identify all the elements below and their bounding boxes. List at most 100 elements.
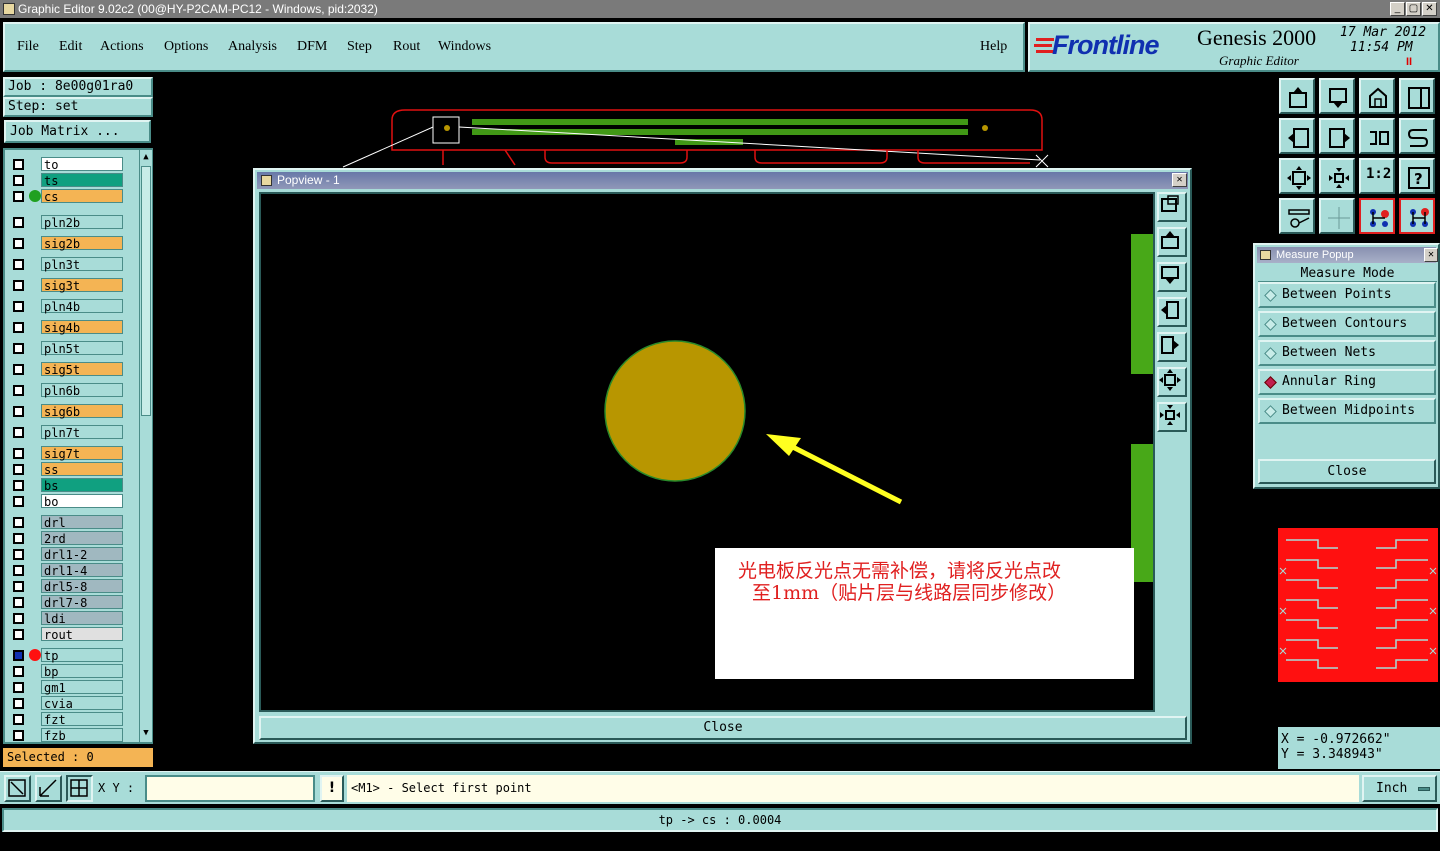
menu-edit[interactable]: Edit bbox=[59, 39, 82, 55]
layer-row-fzt[interactable]: fzt bbox=[9, 712, 127, 727]
tool-net-button[interactable] bbox=[1359, 198, 1395, 234]
layer-row-tp[interactable]: tp bbox=[9, 648, 127, 663]
layer-name[interactable]: drl7-8 bbox=[41, 595, 123, 610]
pause-indicator[interactable]: II bbox=[1406, 56, 1412, 68]
menu-options[interactable]: Options bbox=[164, 39, 208, 55]
layer-checkbox[interactable] bbox=[13, 448, 24, 459]
menu-actions[interactable]: Actions bbox=[100, 39, 144, 55]
layer-name[interactable]: drl5-8 bbox=[41, 579, 123, 594]
select-tool-button[interactable] bbox=[4, 775, 31, 802]
tool-flip-button[interactable] bbox=[1399, 118, 1435, 154]
layer-name[interactable]: pln4b bbox=[41, 299, 123, 314]
alert-icon[interactable]: ! bbox=[320, 775, 344, 802]
layer-row-sig2b[interactable]: sig2b bbox=[9, 236, 127, 251]
layer-row-fzb[interactable]: fzb bbox=[9, 728, 127, 743]
layer-row-cs[interactable]: cs bbox=[9, 189, 127, 204]
layer-checkbox[interactable] bbox=[13, 565, 24, 576]
layer-row-pln2b[interactable]: pln2b bbox=[9, 215, 127, 230]
popview-zoom-out-button[interactable] bbox=[1157, 402, 1187, 432]
layer-checkbox[interactable] bbox=[13, 385, 24, 396]
layer-row-pln5t[interactable]: pln5t bbox=[9, 341, 127, 356]
layer-name[interactable]: bp bbox=[41, 664, 123, 679]
menu-rout[interactable]: Rout bbox=[393, 39, 420, 55]
layer-checkbox[interactable] bbox=[13, 597, 24, 608]
layer-row-gm1[interactable]: gm1 bbox=[9, 680, 127, 695]
layer-name[interactable]: cs bbox=[41, 189, 123, 204]
layer-name[interactable]: pln3t bbox=[41, 257, 123, 272]
layer-name[interactable]: tp bbox=[41, 648, 123, 663]
layer-row-ldi[interactable]: ldi bbox=[9, 611, 127, 626]
layer-name[interactable]: bo bbox=[41, 494, 123, 509]
layer-checkbox[interactable] bbox=[13, 191, 24, 202]
layer-checkbox[interactable] bbox=[13, 581, 24, 592]
menu-windows[interactable]: Windows bbox=[438, 39, 491, 55]
tool-scale-button[interactable]: 1:2 bbox=[1359, 158, 1395, 194]
layer-name[interactable]: drl1-2 bbox=[41, 547, 123, 562]
layer-row-drl1-4[interactable]: drl1-4 bbox=[9, 563, 127, 578]
layer-row-bs[interactable]: bs bbox=[9, 478, 127, 493]
popview-close-button[interactable]: Close bbox=[259, 716, 1187, 740]
tool-redraw-button[interactable] bbox=[1359, 118, 1395, 154]
layer-row-ss[interactable]: ss bbox=[9, 462, 127, 477]
measure-option-annular-ring[interactable]: Annular Ring bbox=[1258, 369, 1436, 395]
grid-snap-button[interactable] bbox=[66, 775, 93, 802]
layer-checkbox[interactable] bbox=[13, 238, 24, 249]
layer-checkbox[interactable] bbox=[13, 427, 24, 438]
layer-row-sig5t[interactable]: sig5t bbox=[9, 362, 127, 377]
popview-canvas[interactable]: 光电板反光点无需补偿，请将反光点改 至1mm（贴片层与线路层同步修改） bbox=[259, 192, 1155, 712]
layer-name[interactable]: drl bbox=[41, 515, 123, 530]
measure-option-between-midpoints[interactable]: Between Midpoints bbox=[1258, 398, 1436, 424]
layer-checkbox[interactable] bbox=[13, 613, 24, 624]
fiducial-pad[interactable] bbox=[604, 340, 746, 482]
layer-row-bp[interactable]: bp bbox=[9, 664, 127, 679]
layer-row-sig7t[interactable]: sig7t bbox=[9, 446, 127, 461]
menu-file[interactable]: File bbox=[17, 39, 39, 55]
layer-checkbox[interactable] bbox=[13, 301, 24, 312]
layer-checkbox[interactable] bbox=[13, 343, 24, 354]
layer-checkbox[interactable] bbox=[13, 480, 24, 491]
layer-row-drl7-8[interactable]: drl7-8 bbox=[9, 595, 127, 610]
layer-checkbox[interactable] bbox=[13, 217, 24, 228]
scroll-up-icon[interactable]: ▲ bbox=[141, 152, 151, 164]
popview-zoom-home-button[interactable] bbox=[1157, 192, 1187, 222]
layer-checkbox[interactable] bbox=[13, 406, 24, 417]
measure-close-button[interactable]: Close bbox=[1258, 459, 1436, 484]
layer-row-rout[interactable]: rout bbox=[9, 627, 127, 642]
layer-row-drl[interactable]: drl bbox=[9, 515, 127, 530]
layer-row-sig4b[interactable]: sig4b bbox=[9, 320, 127, 335]
layer-checkbox[interactable] bbox=[13, 175, 24, 186]
menu-step[interactable]: Step bbox=[347, 39, 372, 55]
layer-checkbox[interactable] bbox=[13, 698, 24, 709]
layer-name[interactable]: sig5t bbox=[41, 362, 123, 377]
layer-checkbox[interactable] bbox=[13, 730, 24, 741]
mini-map[interactable] bbox=[1278, 528, 1438, 682]
layer-checkbox[interactable] bbox=[13, 549, 24, 560]
layer-name[interactable]: rout bbox=[41, 627, 123, 642]
menu-help[interactable]: Help bbox=[980, 39, 1007, 55]
tool-zoom-in-button[interactable] bbox=[1279, 158, 1315, 194]
layer-name[interactable]: pln7t bbox=[41, 425, 123, 440]
units-selector[interactable]: Inch bbox=[1362, 775, 1437, 802]
close-window-button[interactable]: ✕ bbox=[1422, 2, 1437, 16]
popview-zoom-in-button[interactable] bbox=[1157, 367, 1187, 397]
tool-help-button[interactable]: ? bbox=[1399, 158, 1435, 194]
layer-name[interactable]: sig3t bbox=[41, 278, 123, 293]
layer-name[interactable]: sig2b bbox=[41, 236, 123, 251]
layer-name[interactable]: sig4b bbox=[41, 320, 123, 335]
scroll-thumb[interactable] bbox=[141, 166, 151, 416]
tool-pan-left-button[interactable] bbox=[1279, 118, 1315, 154]
tool-window-button[interactable] bbox=[1399, 78, 1435, 114]
tool-grid-button[interactable] bbox=[1319, 198, 1355, 234]
layer-row-to[interactable]: to bbox=[9, 157, 127, 172]
layer-checkbox[interactable] bbox=[13, 464, 24, 475]
tool-pan-down-button[interactable] bbox=[1319, 78, 1355, 114]
layer-name[interactable]: 2rd bbox=[41, 531, 123, 546]
measure-tool-button[interactable] bbox=[35, 775, 62, 802]
layer-row-drl1-2[interactable]: drl1-2 bbox=[9, 547, 127, 562]
tool-zoom-out-button[interactable] bbox=[1319, 158, 1355, 194]
layer-name[interactable]: ts bbox=[41, 173, 123, 188]
layer-name[interactable]: ldi bbox=[41, 611, 123, 626]
tool-home-button[interactable] bbox=[1279, 78, 1315, 114]
layer-row-sig3t[interactable]: sig3t bbox=[9, 278, 127, 293]
layer-row-drl5-8[interactable]: drl5-8 bbox=[9, 579, 127, 594]
